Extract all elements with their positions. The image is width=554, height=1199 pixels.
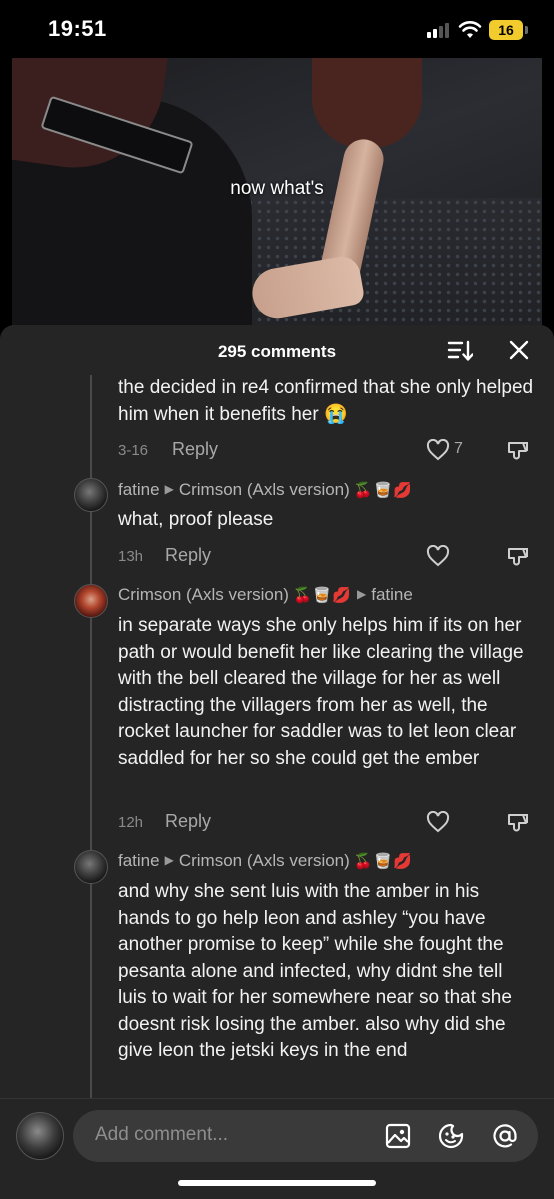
video-caption: now what's	[230, 178, 324, 199]
comment-time: 3-16	[118, 442, 149, 459]
reply-to-user[interactable]: Crimson (Axls version)	[179, 851, 350, 870]
dislike-icon[interactable]	[506, 439, 530, 463]
image-icon[interactable]	[384, 1122, 412, 1150]
comments-header: 295 comments	[0, 325, 554, 377]
emoji-badge: 🍒🥃💋	[292, 587, 353, 604]
video-player[interactable]: now what's	[12, 58, 542, 348]
reply-button[interactable]: Reply	[165, 811, 211, 832]
reply-arrow-icon: ▶	[357, 587, 367, 601]
comment-author[interactable]: fatine	[118, 851, 160, 870]
avatar[interactable]	[74, 478, 108, 512]
dislike-icon[interactable]	[506, 545, 530, 569]
status-bar: 19:51 16	[0, 0, 554, 58]
comment-author-row: fatine ▶ Crimson (Axls version) 🍒🥃💋	[118, 851, 413, 875]
comment-author[interactable]: fatine	[118, 480, 160, 499]
mention-icon[interactable]	[491, 1122, 519, 1150]
comment-meta: 3-16 Reply 7	[118, 439, 538, 463]
emoji-badge: 🍒🥃💋	[353, 482, 413, 499]
reply-arrow-icon: ▶	[164, 853, 174, 867]
battery-indicator: 16	[489, 20, 523, 40]
comment-input[interactable]: Add comment...	[73, 1110, 538, 1162]
comment-meta: 13h Reply	[118, 545, 538, 569]
avatar[interactable]	[74, 584, 108, 618]
emoji-badge: 🍒🥃💋	[353, 853, 413, 870]
dislike-icon[interactable]	[506, 811, 530, 835]
reply-arrow-icon: ▶	[164, 482, 174, 496]
heart-icon[interactable]	[426, 545, 450, 567]
battery-cap	[525, 26, 528, 34]
heart-icon[interactable]	[426, 811, 450, 833]
my-avatar[interactable]	[16, 1112, 64, 1160]
wifi-icon	[458, 21, 482, 38]
comment-time: 12h	[118, 814, 144, 831]
reply-button[interactable]: Reply	[172, 439, 218, 460]
reply-button[interactable]: Reply	[165, 545, 211, 566]
reply-to-user[interactable]: Crimson (Axls version)	[179, 480, 350, 499]
comment-author-row: fatine ▶ Crimson (Axls version) 🍒🥃💋	[118, 480, 413, 504]
home-indicator	[178, 1180, 376, 1186]
comment-text: the decided in re4 confirmed that she on…	[118, 377, 534, 425]
comment-author[interactable]: Crimson (Axls version)	[118, 585, 289, 604]
close-icon[interactable]	[508, 339, 530, 361]
comments-panel: 295 comments the decided in re4 confirme…	[0, 325, 554, 1199]
video-sleeve	[312, 58, 422, 148]
heart-icon[interactable]	[426, 439, 450, 461]
sort-icon[interactable]	[447, 339, 473, 363]
cellular-signal-icon	[427, 22, 453, 38]
comment-placeholder: Add comment...	[95, 1124, 229, 1145]
comment-meta: 12h Reply	[118, 811, 538, 835]
reply-to-user[interactable]: fatine	[371, 585, 413, 604]
avatar[interactable]	[74, 850, 108, 884]
comment-author-row: Crimson (Axls version) 🍒🥃💋 ▶ fatine	[118, 585, 413, 609]
comment-text: in separate ways she only helps him if i…	[118, 615, 524, 769]
status-time: 19:51	[48, 16, 107, 41]
comment-time: 13h	[118, 548, 144, 565]
emoji-icon[interactable]	[437, 1122, 465, 1150]
like-count: 7	[454, 440, 463, 457]
comment-text: and why she sent luis with the amber in …	[118, 881, 512, 1061]
comment-text: what, proof please	[118, 509, 274, 530]
